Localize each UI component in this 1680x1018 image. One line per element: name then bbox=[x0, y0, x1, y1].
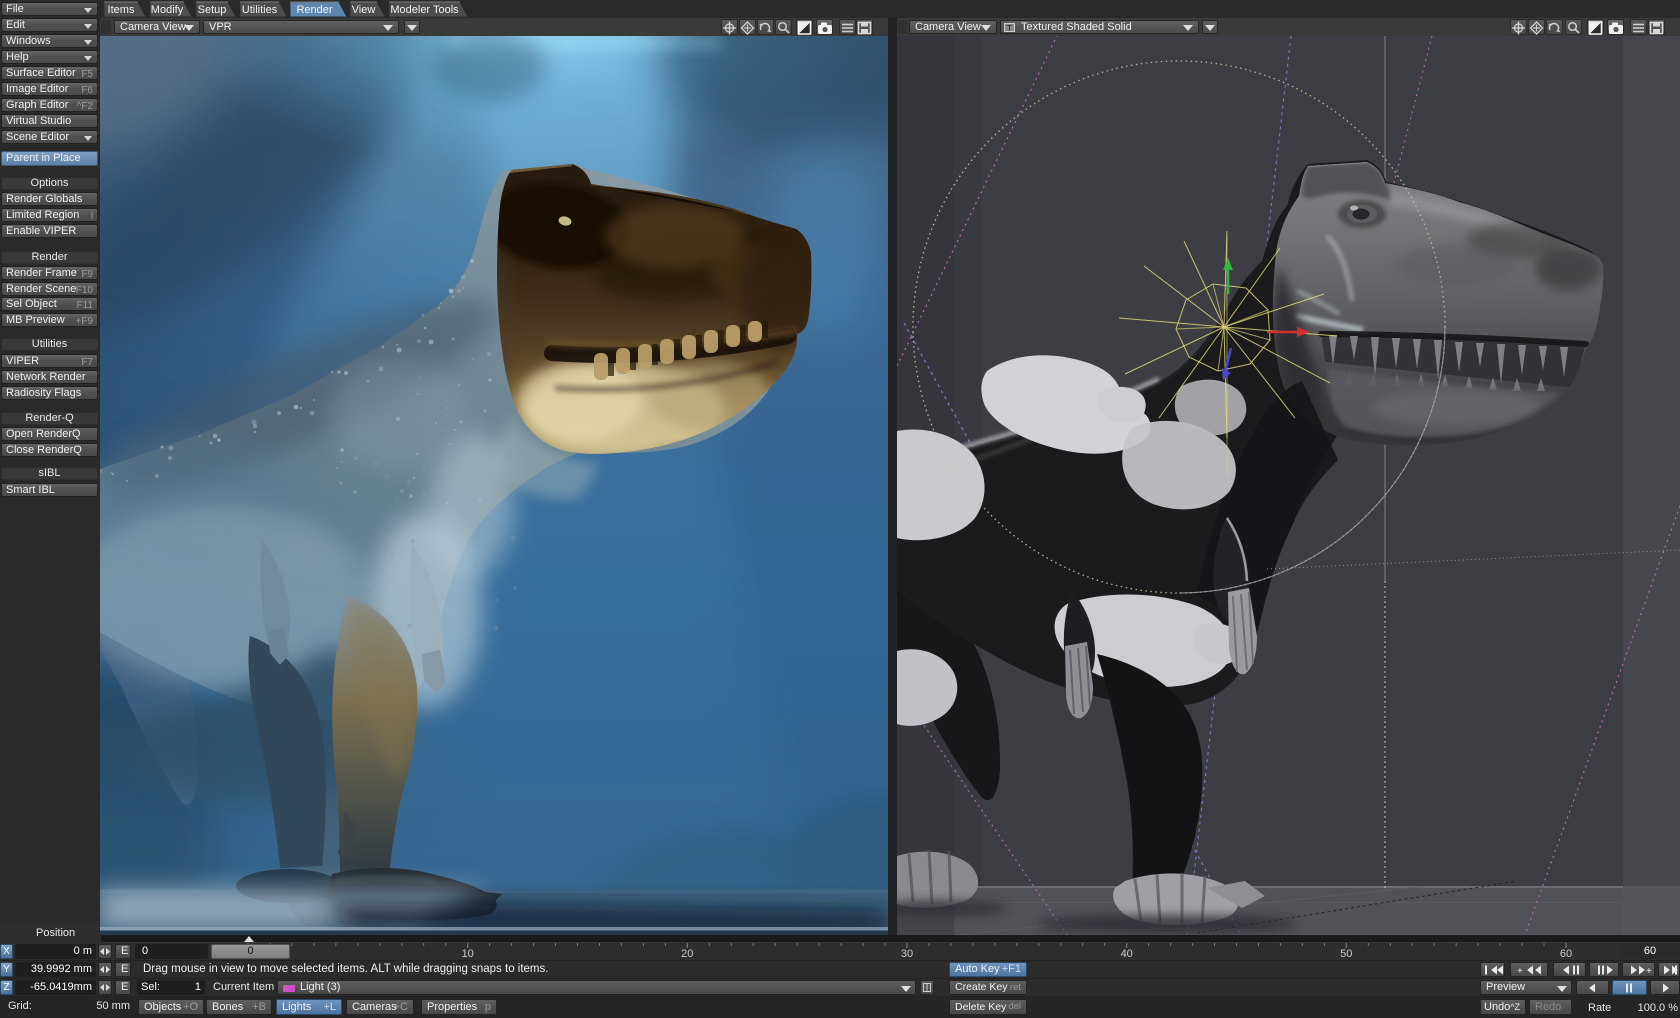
svg-text:Modify: Modify bbox=[151, 4, 184, 16]
svg-text:Utilities: Utilities bbox=[242, 4, 278, 16]
svg-text:40: 40 bbox=[1121, 948, 1133, 960]
svg-text:Render: Render bbox=[296, 4, 332, 16]
svg-text:View: View bbox=[352, 4, 376, 16]
svg-text:50: 50 bbox=[1340, 948, 1352, 960]
svg-text:60: 60 bbox=[1560, 948, 1572, 960]
svg-text:Items: Items bbox=[108, 4, 135, 16]
svg-text:+: + bbox=[1517, 966, 1523, 976]
svg-text:10: 10 bbox=[462, 948, 474, 960]
svg-text:+: + bbox=[1646, 966, 1652, 976]
svg-text:20: 20 bbox=[681, 948, 693, 960]
svg-text:30: 30 bbox=[901, 948, 913, 960]
svg-text:Setup: Setup bbox=[198, 4, 227, 16]
svg-text:Modeler Tools: Modeler Tools bbox=[390, 4, 459, 16]
